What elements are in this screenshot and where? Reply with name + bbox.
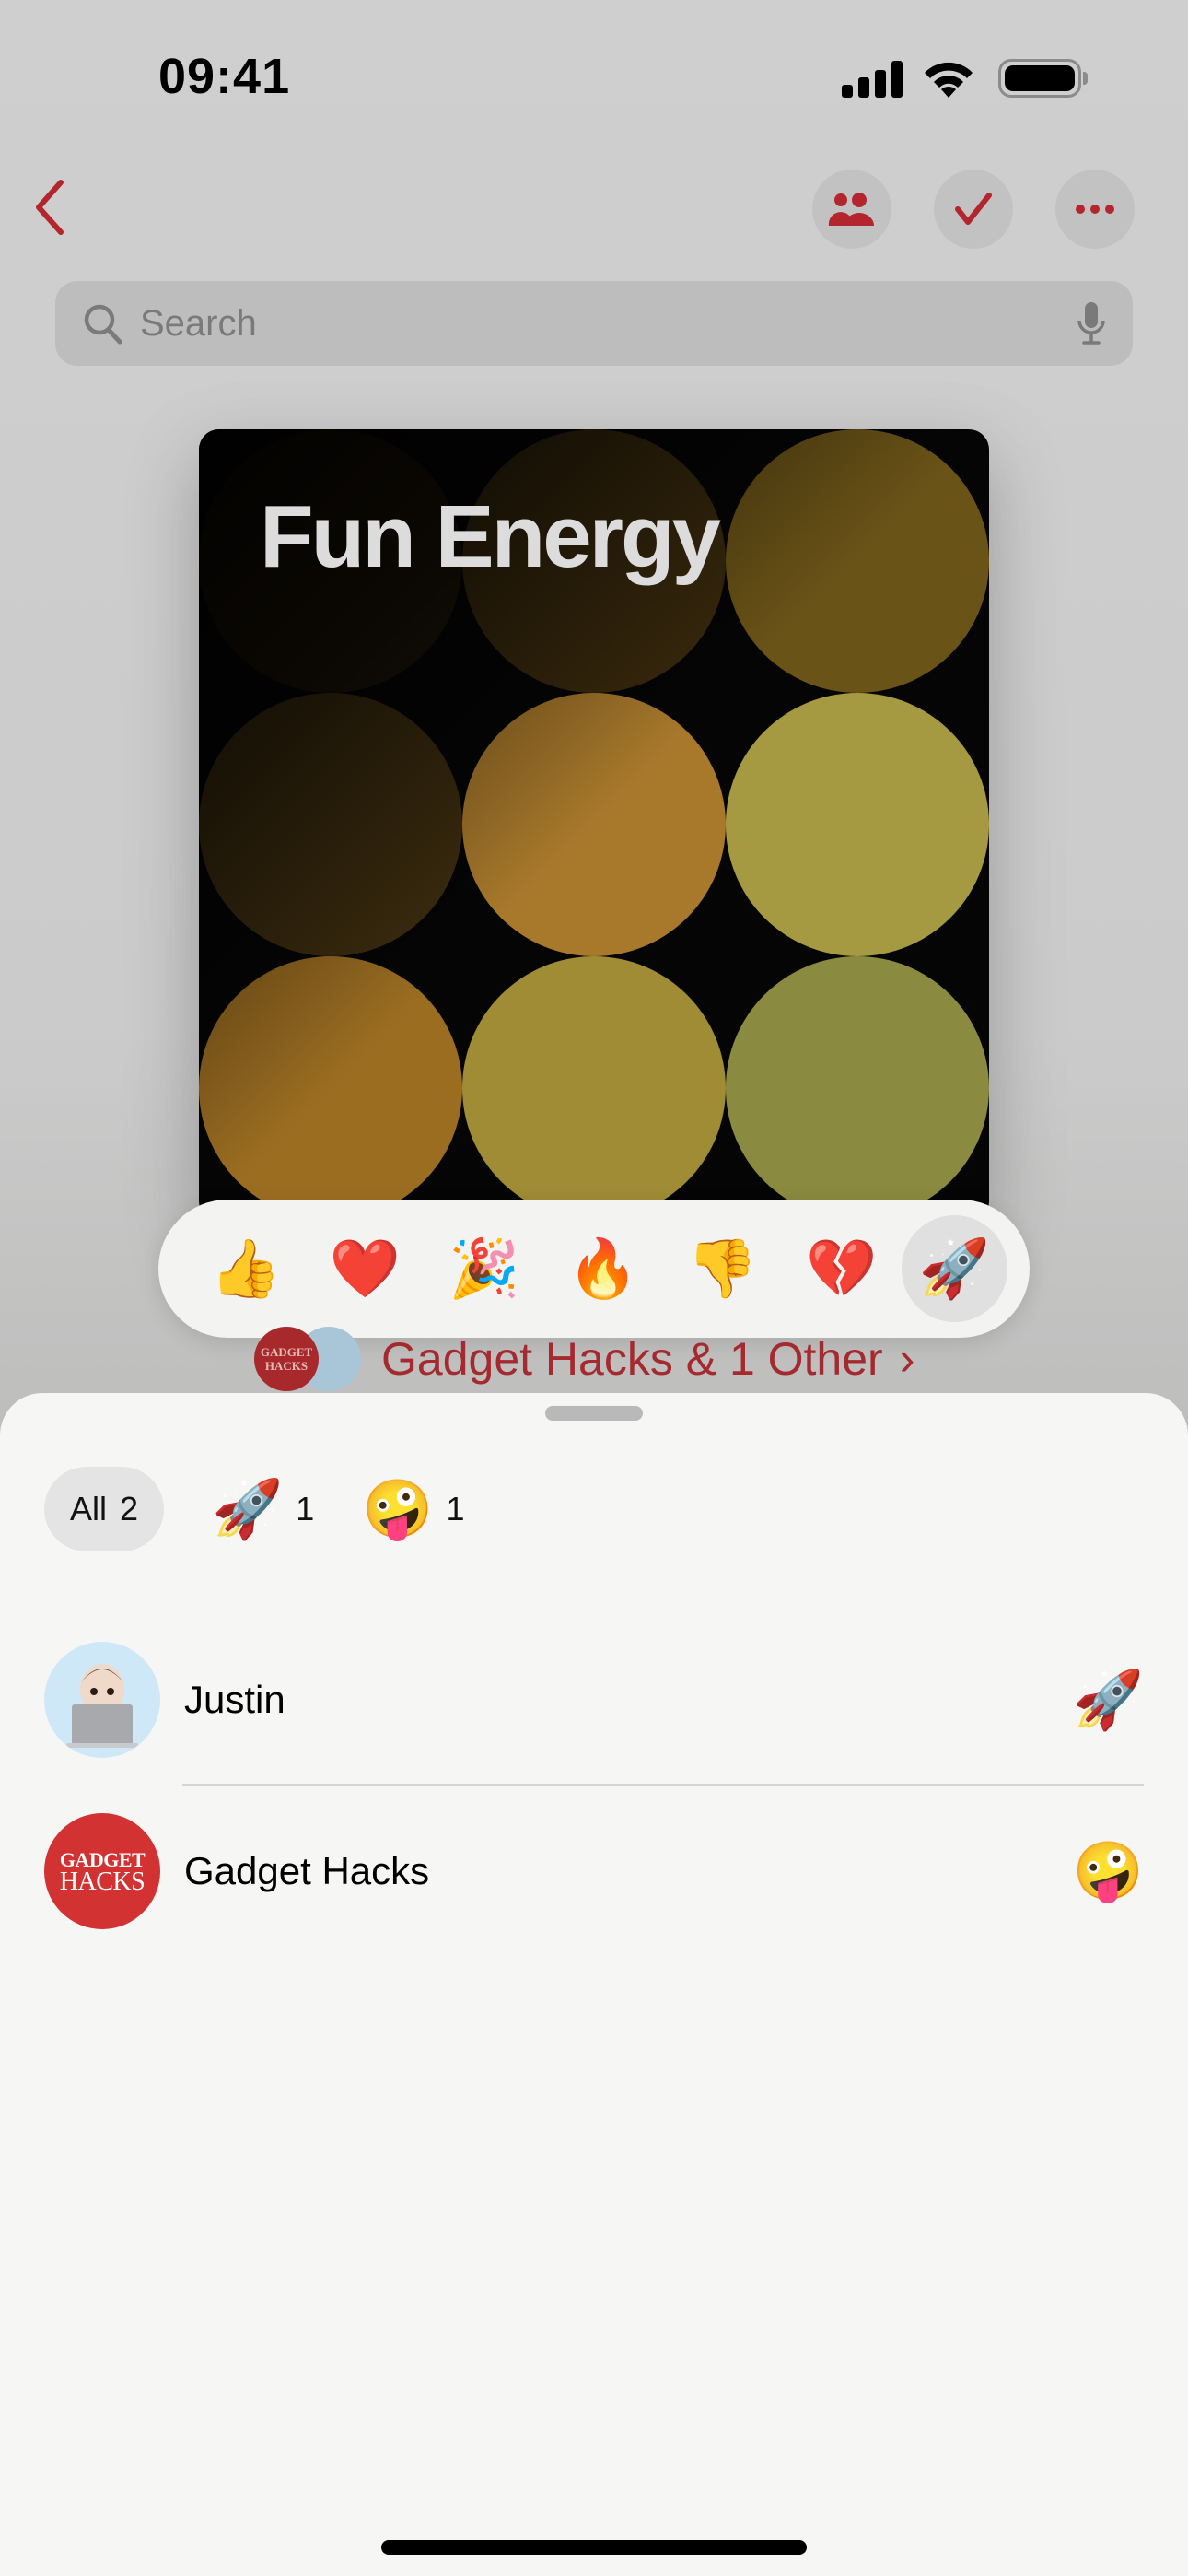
reacted-by-link[interactable]: GADGET HACKS Gadget Hacks & 1 Other › xyxy=(254,1327,914,1391)
tapback-thumbs-up-button[interactable]: 👍 xyxy=(186,1209,305,1329)
tapback-bar: 👍 ❤️ 🎉 🔥 👎 💔 🚀 xyxy=(158,1200,1030,1338)
thumbs-up-icon: 👍 xyxy=(210,1236,282,1301)
wifi-icon xyxy=(925,62,973,98)
reacted-by-label: Gadget Hacks & 1 Other xyxy=(381,1333,883,1385)
reactor-name: Gadget Hacks xyxy=(184,1849,430,1892)
done-button[interactable] xyxy=(934,170,1013,249)
artwork-dot xyxy=(199,693,462,956)
participants-button[interactable] xyxy=(812,170,891,249)
cellular-signal-icon xyxy=(842,61,904,98)
artwork-dot xyxy=(726,429,989,693)
tapback-fire-button[interactable]: 🔥 xyxy=(543,1209,662,1329)
reaction-row[interactable]: GADGET HACKS Gadget Hacks 🤪 xyxy=(44,1813,1144,1929)
artwork-dot xyxy=(462,693,726,956)
tapback-rocket-button[interactable]: 🚀 xyxy=(901,1215,1008,1322)
memoji-laptop-icon xyxy=(66,1664,138,1748)
avatar-logo-line2: HACKS xyxy=(59,1868,146,1896)
heart-icon: ❤️ xyxy=(329,1236,401,1301)
avatar xyxy=(44,1642,160,1758)
home-indicator[interactable] xyxy=(381,2540,807,2555)
battery-cap xyxy=(1083,72,1088,85)
artwork-dot xyxy=(726,693,989,956)
tapback-party-popper-button[interactable]: 🎉 xyxy=(425,1209,543,1329)
filter-count: 1 xyxy=(296,1490,315,1528)
ellipsis-icon xyxy=(1076,205,1114,214)
artwork-dot xyxy=(462,956,726,1220)
filter-tab-all[interactable]: All 2 xyxy=(44,1467,165,1551)
status-time: 09:41 xyxy=(158,49,291,104)
artwork-dot xyxy=(726,956,989,1220)
filter-tab-zany-face[interactable]: 🤪 1 xyxy=(362,1467,464,1551)
sheet-grabber[interactable] xyxy=(545,1406,643,1421)
reaction-filter-tabs: All 2 🚀 1 🤪 1 xyxy=(44,1467,465,1551)
search-input[interactable] xyxy=(140,302,1076,345)
reaction-row[interactable]: Justin 🚀 xyxy=(44,1642,1144,1758)
fire-icon: 🔥 xyxy=(567,1236,639,1301)
checkmark-icon xyxy=(955,193,992,225)
avatar-logo-line1: GADGET xyxy=(59,1848,146,1871)
artwork-dot xyxy=(199,956,462,1220)
tapback-thumbs-down-button[interactable]: 👎 xyxy=(663,1209,782,1329)
tapback-broken-heart-button[interactable]: 💔 xyxy=(782,1209,901,1329)
zany-face-icon: 🤪 xyxy=(362,1477,434,1541)
zany-face-icon: 🤪 xyxy=(1072,1839,1144,1903)
more-button[interactable] xyxy=(1055,170,1135,249)
battery-icon xyxy=(998,59,1081,98)
reactions-sheet xyxy=(0,1393,1188,2576)
magnifying-glass-icon xyxy=(84,304,122,345)
reactor-name: Justin xyxy=(184,1678,285,1721)
broken-heart-icon: 💔 xyxy=(806,1236,878,1301)
filter-count: 2 xyxy=(120,1490,139,1528)
back-chevron-icon[interactable] xyxy=(28,175,74,240)
avatar: GADGET HACKS xyxy=(44,1813,160,1929)
chevron-right-icon: › xyxy=(899,1333,915,1385)
filter-count: 1 xyxy=(446,1490,465,1528)
message-artwork[interactable]: Fun Energy xyxy=(199,429,989,1222)
rocket-icon: 🚀 xyxy=(918,1236,990,1301)
thumbs-down-icon: 👎 xyxy=(686,1236,758,1301)
row-divider xyxy=(182,1784,1144,1786)
party-popper-icon: 🎉 xyxy=(448,1236,520,1301)
microphone-icon[interactable] xyxy=(1076,300,1107,346)
rocket-icon: 🚀 xyxy=(212,1477,284,1541)
filter-label: All xyxy=(70,1490,108,1528)
rocket-icon: 🚀 xyxy=(1072,1668,1144,1732)
artwork-title: Fun Energy xyxy=(260,487,721,586)
filter-tab-rocket[interactable]: 🚀 1 xyxy=(212,1467,314,1551)
mini-avatar-gadget-hacks: GADGET HACKS xyxy=(254,1327,319,1391)
people-icon xyxy=(828,193,874,226)
search-field[interactable] xyxy=(55,281,1133,366)
tapback-heart-button[interactable]: ❤️ xyxy=(305,1209,424,1329)
